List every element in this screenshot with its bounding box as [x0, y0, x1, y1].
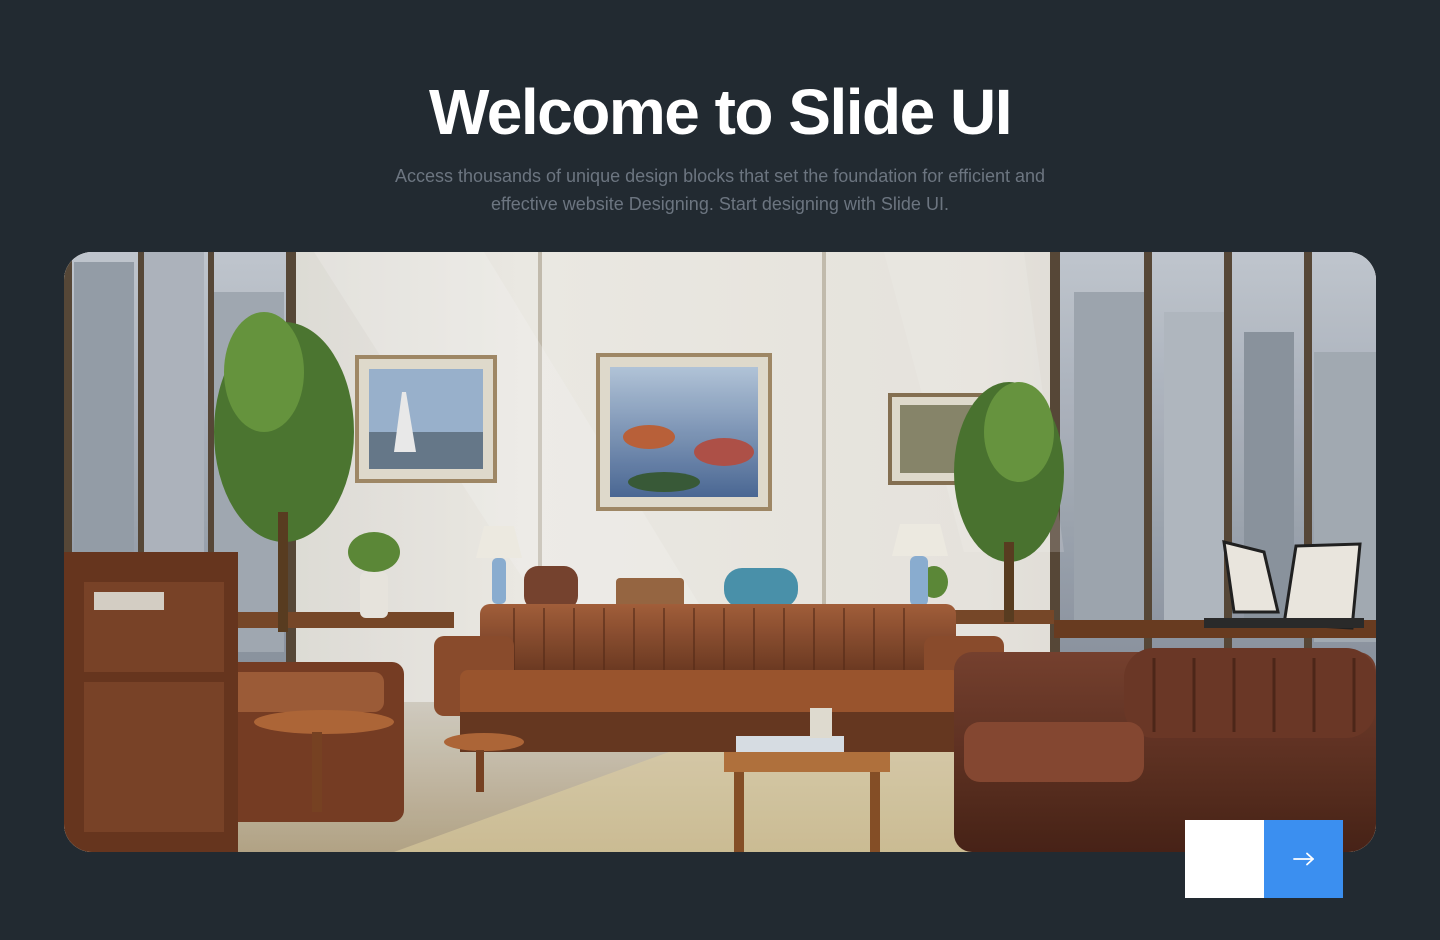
slider-prev-button[interactable] — [1185, 820, 1264, 898]
office-lounge-illustration — [64, 252, 1376, 852]
hero-subtitle: Access thousands of unique design blocks… — [394, 166, 1046, 214]
arrow-right-icon — [1292, 852, 1314, 866]
page: Welcome to Slide UI Access thousands of … — [0, 0, 1440, 940]
slider-next-button[interactable] — [1264, 820, 1343, 898]
slider-image — [64, 252, 1376, 852]
hero-title: Welcome to Slide UI — [429, 76, 1013, 148]
